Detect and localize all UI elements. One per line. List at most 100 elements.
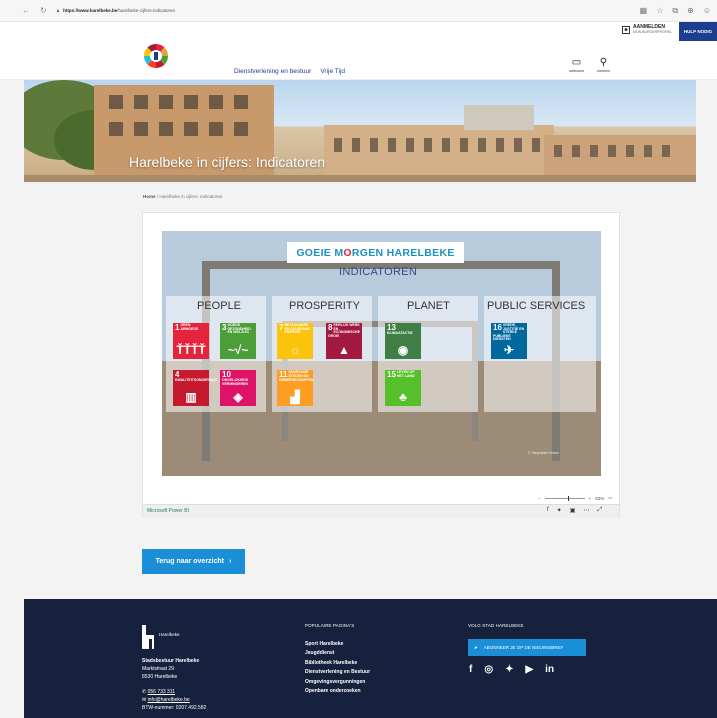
sdg-tile-7[interactable]: 7 BETAALBARE EN DUURZAME ENERGIE ☼ [277, 323, 313, 359]
harelbeke-logo[interactable] [142, 625, 156, 649]
hero-buildings-illustration [24, 80, 696, 182]
sdg-tile-label: EERLIJK WERK EN ECONOMISCHE GROEI [328, 323, 360, 338]
sdg-goal-icon: ✈ [503, 343, 515, 357]
sdg-goal-icon: ▲ [338, 343, 350, 357]
sdg-tile-10[interactable]: 10 ONGELIJKHEID VERMINDEREN ◈ [220, 370, 256, 406]
footer-city: 8530 Harelbeke [142, 674, 178, 680]
sdg-goal-icon: ♣ [399, 390, 407, 404]
sdg-tile-11[interactable]: 11 DUURZAME STEDEN EN GEMEENSCHAPPEN ▟ [277, 370, 314, 406]
webcam-icon: ▭ [571, 57, 582, 68]
sdg-tile-label: ONGELIJKHEID VERMINDEREN [222, 378, 249, 386]
newsletter-label: ABONNEER JE OP DE NIEUWSBRIEF [483, 645, 564, 650]
footer-link[interactable]: Omgevingsvergunningen [305, 678, 370, 687]
zoom-in-icon[interactable]: + [589, 496, 592, 501]
column-public-services: PUBLIC SERVICES [487, 300, 586, 312]
sdg-tile-label: KWALITEITSONDERWIJS [175, 378, 218, 382]
footer-link[interactable]: Sport Harelbeke [305, 640, 370, 649]
sdg-goal-icon: ▟ [290, 390, 300, 404]
breadcrumb-current: Harelbeke in cijfers: Indicatoren [159, 194, 223, 199]
footer-link[interactable]: Openbare onderzoeken [305, 687, 370, 696]
instagram-icon[interactable]: ◎ [484, 664, 493, 675]
facebook-share-icon[interactable]: f [547, 507, 549, 514]
youtube-icon[interactable]: ▶ [525, 664, 533, 675]
newsletter-button[interactable]: ➤ ABONNEER JE OP DE NIEUWSBRIEF [468, 639, 586, 656]
footer-vat: BTW-nummer: 0207.492.582 [142, 705, 207, 711]
zoom-slider[interactable] [544, 495, 585, 501]
extensions-icon[interactable]: ⧉ [672, 6, 678, 16]
sdg-tile-label: GOEDE GEZONDHEID EN WELZIJN [227, 323, 251, 335]
sdg-tile-1[interactable]: 1 GEEN ARMOEDE ŤŤŤŤ [173, 323, 209, 359]
sdg-tile-label: GEEN ARMOEDE [180, 323, 199, 331]
webcam-link[interactable]: ▭ webcam [569, 57, 584, 73]
search-link[interactable]: ⚲ zoeken [597, 57, 610, 73]
sdg-goal-icon: ŤŤŤŤ [176, 343, 206, 357]
nav-item-dienstverlening[interactable]: Dienstverlening en bestuur [234, 68, 311, 75]
powerbi-link[interactable]: Microsoft Power BI [147, 508, 189, 514]
site-footer [24, 599, 717, 718]
footer-email[interactable]: info@harelbeke.be [148, 697, 190, 703]
grid-icon[interactable]: ▦ [640, 6, 648, 16]
profile-icon[interactable]: ☺ [703, 6, 711, 16]
photo-credit: © Stephanie Defoor [528, 451, 559, 455]
sdg-tile-15[interactable]: 15 LEVEN OP HET LAND ♣ [385, 370, 421, 406]
linkedin-share-icon[interactable]: ▣ [570, 507, 576, 514]
help-button[interactable]: HULP NODIG [679, 22, 717, 41]
more-options-icon[interactable]: ⋯ [583, 507, 589, 514]
lock-icon: 🔒︎ [56, 8, 60, 13]
banner-text-1: GOEIE M [296, 246, 344, 259]
nav-item-vrije-tijd[interactable]: Vrije Tijd [320, 68, 345, 75]
sdg-goal-icon: ☼ [289, 343, 301, 357]
url-host: https://www.harelbeke.be [63, 8, 118, 13]
column-people: PEOPLE [197, 300, 242, 312]
report-banner: GOEIE M O RGEN HARELBEKE [287, 242, 464, 263]
banner-text-2: RGEN HARELBEKE [351, 246, 455, 259]
footer-link[interactable]: Jeugddienst [305, 649, 370, 658]
sdg-tile-number: 15 [387, 370, 396, 379]
reload-icon[interactable]: ↻ [40, 6, 47, 15]
page: ← ↻ 🔒︎ https://www.harelbeke.be/harelbek… [0, 0, 717, 718]
sdg-tile-8[interactable]: 8 EERLIJK WERK EN ECONOMISCHE GROEI ▲ [326, 323, 362, 359]
sdg-tile-number: 3 [222, 323, 227, 332]
user-card-icon: ☻ [622, 25, 630, 34]
sdg-tile-4[interactable]: 4 KWALITEITSONDERWIJS ▥ [173, 370, 217, 406]
social-links: f ◎ ✦ ▶ in [469, 664, 554, 675]
footer-link[interactable]: Dienstverlening en Bestuur [305, 668, 370, 677]
sdg-tile-label: BETAALBARE EN DUURZAME ENERGIE [284, 323, 311, 335]
sdg-goal-icon: ~√~ [227, 343, 249, 357]
popular-pages-title: POPULAIRE PAGINA'S [305, 623, 355, 628]
facebook-icon[interactable]: f [469, 664, 472, 675]
linkedin-icon[interactable]: in [545, 664, 554, 675]
sdg-tile-13[interactable]: 13 KLIMAATACTIE ◉ [385, 323, 421, 359]
sdg-goal-icon: ▥ [185, 390, 197, 404]
sdg-tile-3[interactable]: 3 GOEDE GEZONDHEID EN WELZIJN ~√~ [220, 323, 256, 359]
sdg-tile-number: 8 [328, 323, 333, 332]
page-title: Harelbeke in cijfers: Indicatoren [129, 154, 326, 170]
back-arrow-icon[interactable]: ← [22, 6, 30, 15]
breadcrumb-home[interactable]: Home [143, 194, 156, 199]
footer-phone[interactable]: 056 733 311 [148, 689, 175, 695]
sdg-goal-icon: ◈ [233, 390, 243, 404]
zoom-out-icon[interactable]: − [538, 496, 541, 501]
column-planet: PLANET [407, 300, 450, 312]
sdg-tile-number: 16 [493, 323, 502, 332]
star-icon[interactable]: ☆ [656, 6, 663, 16]
footer-address: Stadsbestuur Harelbeke Marktstraat 29 85… [142, 657, 199, 681]
back-to-overview-button[interactable]: Terug naar overzicht › [142, 549, 245, 574]
collections-icon[interactable]: ⊕ [687, 6, 694, 16]
twitter-share-icon[interactable]: ✦ [557, 507, 562, 514]
column-prosperity: PROSPERITY [289, 300, 360, 312]
fullscreen-icon[interactable]: ⤢ [597, 507, 602, 514]
twitter-icon[interactable]: ✦ [505, 664, 513, 675]
share-icons: f ✦ ▣ ⋯ ⤢ [547, 507, 602, 514]
fit-page-icon[interactable]: ▭ [608, 495, 612, 501]
chevron-right-icon: › [229, 558, 232, 565]
sdg-wheel-logo[interactable] [143, 43, 169, 69]
sdg-tile-number: 1 [175, 323, 180, 332]
login-link[interactable]: ☻ AANMELDEN MIJN BURGERPROFIEL [622, 25, 672, 34]
breadcrumb-separator: / [156, 194, 159, 199]
footer-link[interactable]: Bibliotheek Harelbeke [305, 659, 370, 668]
sdg-tile-16[interactable]: 16 VREDE, JUSTITIE EN STERKE PUBLIEKE DIE… [491, 323, 527, 359]
address-bar[interactable]: 🔒︎ https://www.harelbeke.be/harelbeke-ci… [57, 8, 175, 13]
phone-icon: ✆ [142, 689, 147, 695]
sdg-tile-number: 7 [279, 323, 284, 332]
